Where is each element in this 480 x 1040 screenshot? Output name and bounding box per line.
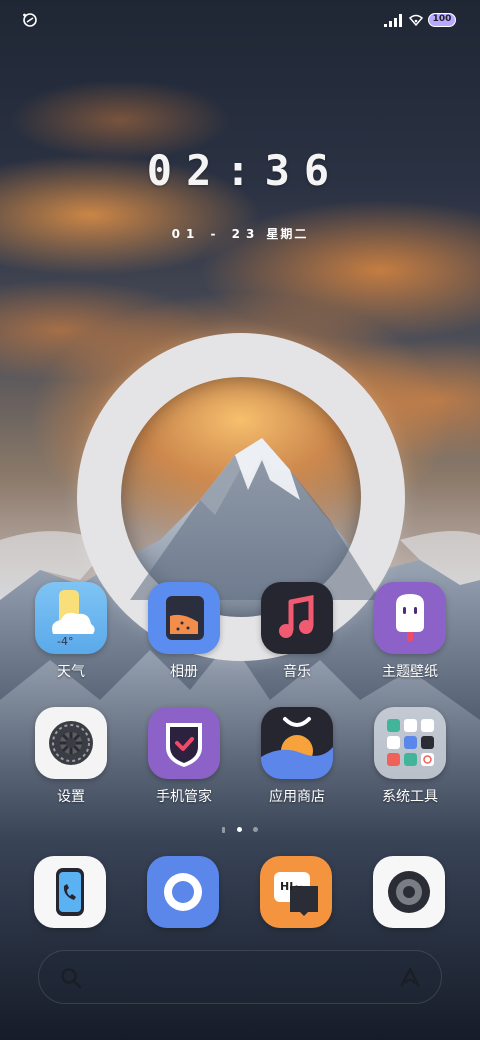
page-dot: [253, 827, 258, 832]
gallery-icon: [148, 582, 220, 654]
theme-icon: [374, 582, 446, 654]
status-bar: 100: [0, 0, 480, 40]
browser-icon: [164, 873, 202, 911]
app-system-tools-folder[interactable]: 系统工具: [360, 707, 460, 806]
phone-icon: [56, 868, 84, 916]
search-bar[interactable]: [38, 950, 442, 1004]
app-music[interactable]: 音乐: [247, 582, 347, 681]
date-text: 01 - 23: [171, 227, 261, 241]
clock-time: 02:36: [146, 146, 344, 195]
music-icon: [261, 582, 333, 654]
weather-icon: -4°: [35, 582, 107, 654]
app-store-icon: [261, 707, 333, 779]
search-icon: [61, 968, 82, 989]
signal-icon: [384, 14, 402, 27]
app-phone-manager[interactable]: 手机管家: [134, 707, 234, 806]
page-dot-list: [222, 827, 225, 833]
app-label-themes: 主题壁纸: [382, 664, 438, 680]
wifi-icon: [409, 14, 423, 27]
app-themes[interactable]: 主题壁纸: [360, 582, 460, 681]
dock-camera[interactable]: [373, 856, 445, 928]
phone-manager-icon: [148, 707, 220, 779]
battery-indicator: 100: [428, 13, 456, 27]
page-dot-active: [237, 827, 242, 832]
dock-messages[interactable]: HI~: [260, 856, 332, 928]
page-indicator[interactable]: [216, 826, 264, 834]
messages-hi-text: HI~: [280, 880, 303, 893]
app-label-music: 音乐: [283, 664, 311, 680]
clock-date: 01 - 23 星期二: [0, 225, 480, 242]
dock-browser[interactable]: [147, 856, 219, 928]
app-label-phone-manager: 手机管家: [156, 789, 212, 805]
dock-phone[interactable]: [34, 856, 106, 928]
app-label-settings: 设置: [57, 789, 85, 805]
vpn-icon: [23, 13, 37, 27]
system-tools-folder-icon: [374, 707, 446, 779]
app-settings[interactable]: 设置: [21, 707, 121, 806]
app-label-system-tools: 系统工具: [382, 789, 438, 805]
app-label-weather: 天气: [57, 664, 85, 680]
settings-icon: [35, 707, 107, 779]
voice-assistant-icon[interactable]: [397, 965, 423, 991]
app-weather[interactable]: -4° 天气: [21, 582, 121, 681]
app-app-store[interactable]: 应用商店: [247, 707, 347, 806]
app-gallery[interactable]: 相册: [134, 582, 234, 681]
app-label-app-store: 应用商店: [269, 789, 325, 805]
weekday-text: 星期二: [266, 227, 309, 241]
app-label-gallery: 相册: [170, 664, 198, 680]
weather-temperature: -4°: [57, 635, 74, 648]
camera-icon: [388, 871, 430, 913]
